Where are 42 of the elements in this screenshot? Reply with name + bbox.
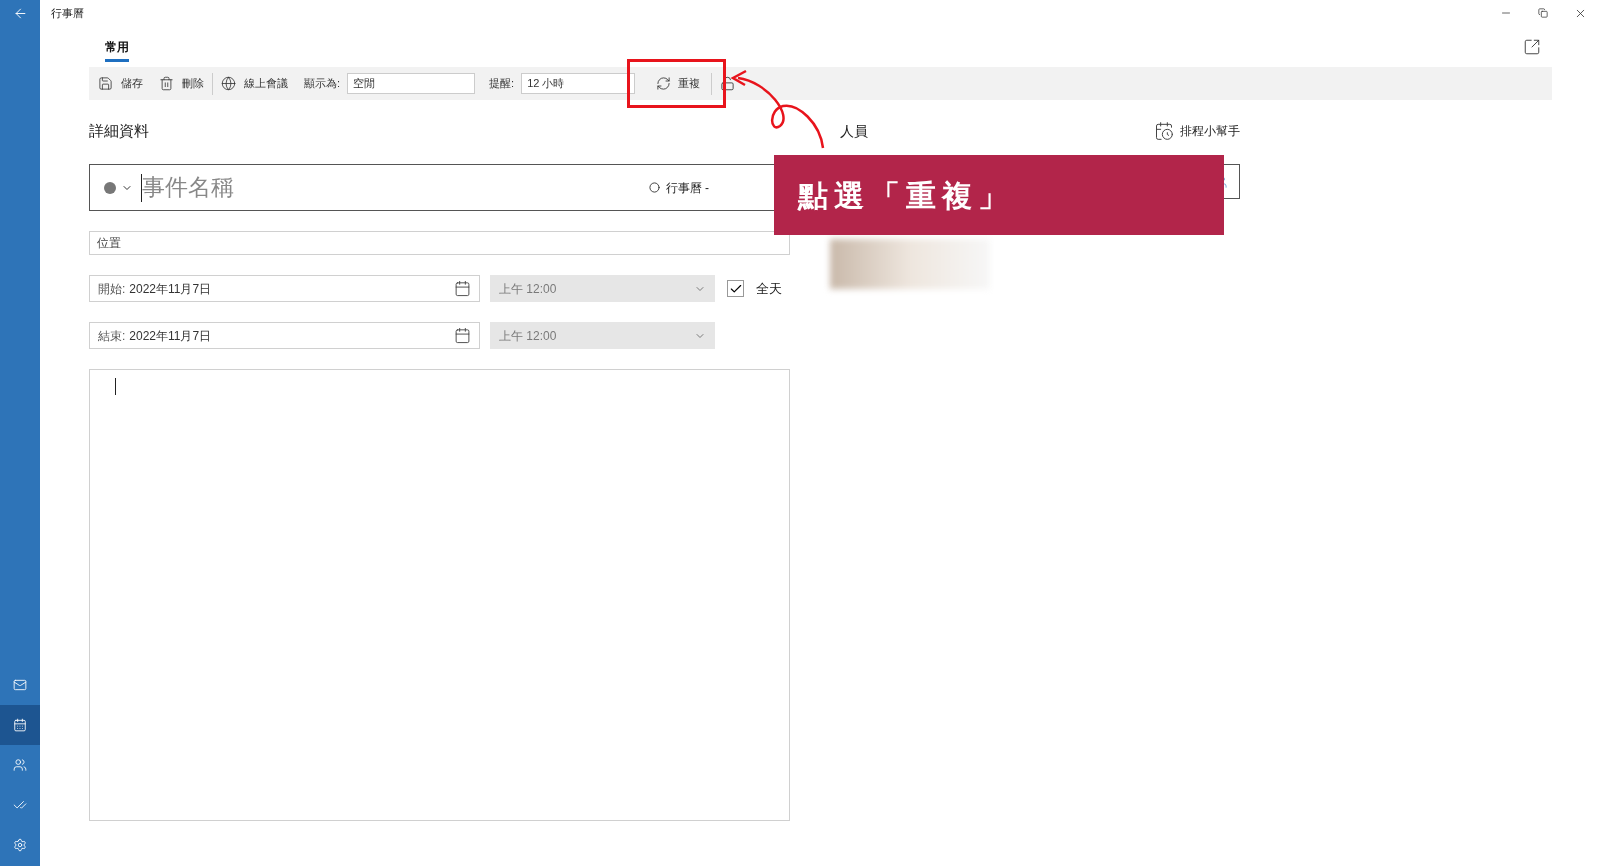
- calendar-icon: [13, 718, 27, 732]
- refresh-arrows-icon: [656, 76, 672, 91]
- people-icon: [13, 758, 27, 772]
- calendar-selector[interactable]: 行事曆 -: [665, 178, 709, 197]
- all-day-label: 全天: [756, 279, 782, 298]
- show-as-field[interactable]: 空閒: [347, 73, 476, 94]
- save-button[interactable]: 儲存: [96, 67, 145, 100]
- restore-icon[interactable]: [1538, 8, 1548, 18]
- details-heading: 詳細資料: [89, 121, 150, 141]
- annotation-text: 點選「重複」: [798, 177, 1014, 214]
- all-day-checkbox[interactable]: [727, 280, 744, 297]
- repeat-button[interactable]: 重複: [653, 67, 704, 100]
- globe-icon: [221, 76, 236, 91]
- date-value: 2022年11月7日: [129, 327, 212, 345]
- pop-out-icon[interactable]: [1523, 38, 1541, 56]
- show-as-label: 顯示為:: [304, 76, 341, 92]
- calendar-clock-icon: [1154, 121, 1174, 141]
- nav-calendar-button[interactable]: [0, 705, 40, 745]
- circle-icon: [648, 182, 660, 193]
- time-value: 上午 12:00: [499, 327, 557, 345]
- double-check-icon: [13, 798, 27, 812]
- time-value: 上午 12:00: [499, 280, 557, 298]
- reminder-field[interactable]: 12 小時: [521, 73, 636, 94]
- date-label: 結束:: [98, 327, 126, 345]
- window-title: 行事曆: [51, 5, 84, 21]
- date-label: 開始:: [98, 280, 126, 298]
- ribbon-tab[interactable]: 常用: [105, 38, 129, 62]
- mail-icon: [13, 678, 27, 692]
- trash-icon: [159, 76, 174, 91]
- calendar-icon: [454, 280, 471, 297]
- text-cursor: [115, 378, 116, 395]
- people-heading: 人員: [840, 121, 868, 141]
- calendar-icon: [454, 327, 471, 344]
- text-cursor: [141, 173, 142, 202]
- online-meeting-button[interactable]: 線上會議: [221, 67, 288, 100]
- delete-button[interactable]: 刪除: [159, 67, 204, 100]
- date-value: 2022年11月7日: [129, 280, 212, 298]
- reminder-label: 提醒:: [489, 76, 515, 92]
- settings-icon: [13, 838, 27, 852]
- padlock-icon[interactable]: [720, 76, 736, 91]
- scheduling-assistant-button[interactable]: 排程小幫手: [1154, 121, 1240, 141]
- location-field[interactable]: 位置: [89, 231, 790, 255]
